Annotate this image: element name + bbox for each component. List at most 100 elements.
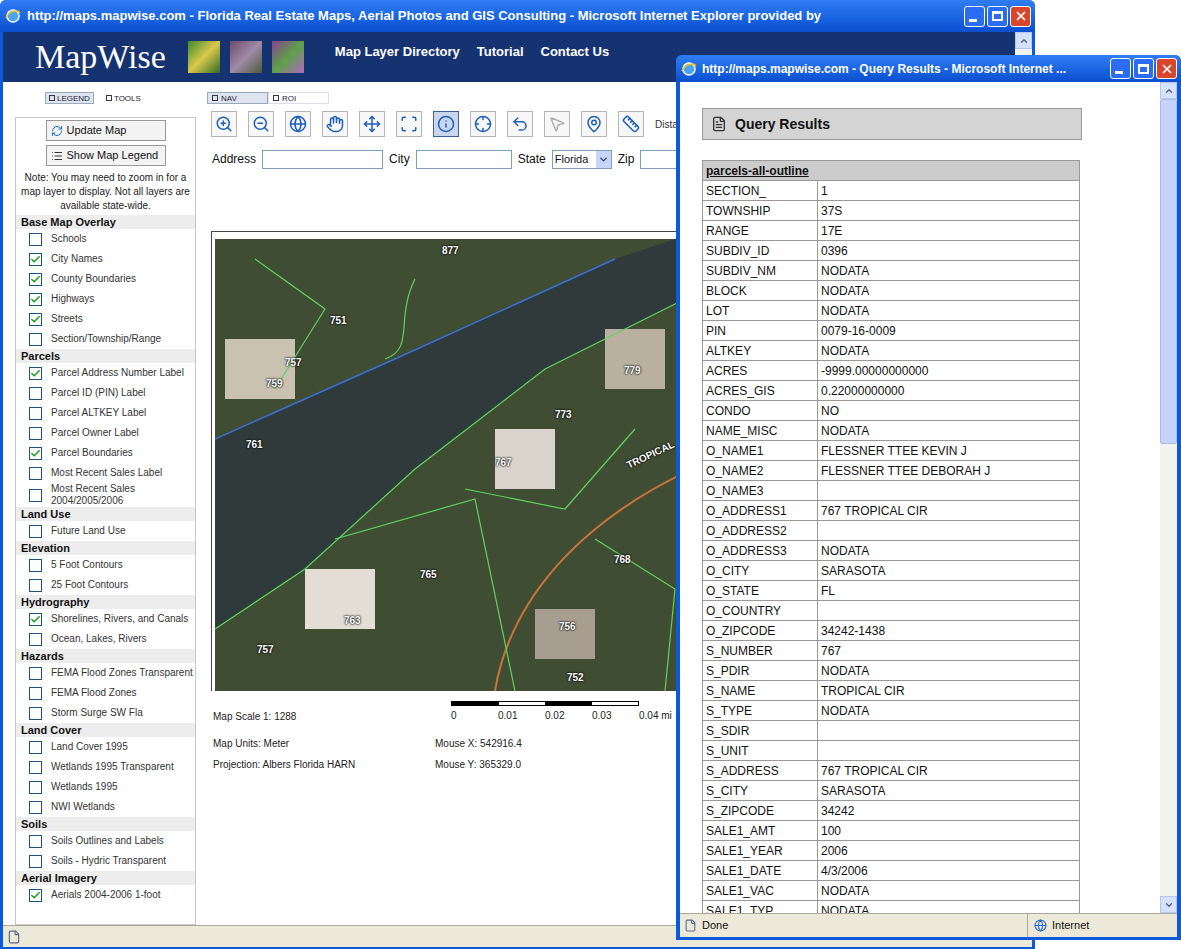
layer-item[interactable]: Future Land Use bbox=[16, 521, 195, 541]
layer-checkbox[interactable] bbox=[29, 613, 42, 626]
layer-checkbox[interactable] bbox=[29, 835, 42, 848]
field-name: SALE1_TYP bbox=[703, 901, 818, 914]
minimize-button[interactable] bbox=[1110, 58, 1131, 79]
maximize-button[interactable] bbox=[987, 6, 1008, 27]
header-nav-link[interactable]: Tutorial bbox=[477, 42, 524, 62]
layer-checkbox[interactable] bbox=[29, 407, 42, 420]
layer-item[interactable]: Streets bbox=[16, 309, 195, 329]
tool-button[interactable] bbox=[470, 111, 496, 137]
legend-button[interactable]: Update Map bbox=[46, 120, 166, 141]
layer-item[interactable]: County Boundaries bbox=[16, 269, 195, 289]
header-nav-link[interactable]: Contact Us bbox=[541, 42, 610, 62]
layer-checkbox[interactable] bbox=[29, 313, 42, 326]
desktop: http://maps.mapwise.com - Florida Real E… bbox=[0, 0, 1181, 949]
layer-checkbox[interactable] bbox=[29, 233, 42, 246]
scroll-down-button[interactable] bbox=[1160, 896, 1177, 913]
layer-item[interactable]: Parcel ID (PIN) Label bbox=[16, 383, 195, 403]
layer-item[interactable]: Schools bbox=[16, 229, 195, 249]
close-button[interactable] bbox=[1156, 58, 1177, 79]
layer-checkbox[interactable] bbox=[29, 427, 42, 440]
popup-scrollbar[interactable] bbox=[1160, 82, 1177, 913]
layer-checkbox[interactable] bbox=[29, 687, 42, 700]
tool-button[interactable] bbox=[211, 111, 237, 137]
layer-checkbox[interactable] bbox=[29, 525, 42, 538]
legend-button[interactable]: Show Map Legend bbox=[46, 145, 166, 166]
layer-checkbox[interactable] bbox=[29, 333, 42, 346]
layer-checkbox[interactable] bbox=[29, 447, 42, 460]
layer-checkbox[interactable] bbox=[29, 781, 42, 794]
layer-item[interactable]: Land Cover 1995 bbox=[16, 737, 195, 757]
map-tab[interactable]: ROI bbox=[268, 92, 329, 104]
layer-item[interactable]: FEMA Flood Zones Transparent bbox=[16, 663, 195, 683]
layer-checkbox[interactable] bbox=[29, 889, 42, 902]
layer-item[interactable]: Soils Outlines and Labels bbox=[16, 831, 195, 851]
tool-button[interactable] bbox=[396, 111, 422, 137]
scroll-up-button[interactable] bbox=[1015, 32, 1032, 49]
tool-button[interactable] bbox=[359, 111, 385, 137]
tool-button[interactable] bbox=[322, 111, 348, 137]
layer-checkbox[interactable] bbox=[29, 387, 42, 400]
document-icon bbox=[711, 116, 727, 132]
layer-item[interactable]: Parcel ALTKEY Label bbox=[16, 403, 195, 423]
layer-item[interactable]: FEMA Flood Zones bbox=[16, 683, 195, 703]
scroll-track[interactable] bbox=[1160, 444, 1177, 896]
tool-button[interactable] bbox=[285, 111, 311, 137]
layer-item[interactable]: 25 Foot Contours bbox=[16, 575, 195, 595]
title-bar[interactable]: http://maps.mapwise.com - Florida Real E… bbox=[0, 0, 1035, 32]
address-input[interactable] bbox=[262, 150, 383, 169]
layer-item[interactable]: Storm Surge SW Fla bbox=[16, 703, 195, 723]
layer-checkbox[interactable] bbox=[29, 801, 42, 814]
layer-item[interactable]: Most Recent Sales 2004/2005/2006 bbox=[16, 483, 195, 507]
dropdown-button[interactable] bbox=[596, 151, 611, 168]
tool-button[interactable] bbox=[544, 111, 570, 137]
tool-button[interactable] bbox=[581, 111, 607, 137]
legend-tab[interactable]: LEGEND bbox=[45, 92, 94, 104]
layer-checkbox[interactable] bbox=[29, 559, 42, 572]
close-button[interactable] bbox=[1010, 6, 1031, 27]
layer-item[interactable]: Highways bbox=[16, 289, 195, 309]
tool-button[interactable] bbox=[248, 111, 274, 137]
layer-item[interactable]: Aerials 2004-2006 1-foot bbox=[16, 885, 195, 905]
layer-item[interactable]: Ocean, Lakes, Rivers bbox=[16, 629, 195, 649]
tool-button[interactable] bbox=[433, 111, 459, 137]
layer-checkbox[interactable] bbox=[29, 579, 42, 592]
layer-checkbox[interactable] bbox=[29, 253, 42, 266]
layer-checkbox[interactable] bbox=[29, 467, 42, 480]
popup-title-bar[interactable]: http://maps.mapwise.com - Query Results … bbox=[676, 55, 1181, 82]
layer-checkbox[interactable] bbox=[29, 741, 42, 754]
scroll-thumb[interactable] bbox=[1160, 99, 1177, 444]
layer-checkbox[interactable] bbox=[29, 633, 42, 646]
layer-checkbox[interactable] bbox=[29, 761, 42, 774]
tool-button[interactable] bbox=[618, 111, 644, 137]
layer-item[interactable]: Parcel Address Number Label bbox=[16, 363, 195, 383]
tool-button[interactable] bbox=[507, 111, 533, 137]
layer-item[interactable]: Wetlands 1995 bbox=[16, 777, 195, 797]
layer-checkbox[interactable] bbox=[29, 667, 42, 680]
layer-checkbox[interactable] bbox=[29, 707, 42, 720]
layer-item[interactable]: Wetlands 1995 Transparent bbox=[16, 757, 195, 777]
layer-item[interactable]: Shorelines, Rivers, and Canals bbox=[16, 609, 195, 629]
maximize-button[interactable] bbox=[1133, 58, 1154, 79]
layer-item[interactable]: Most Recent Sales Label bbox=[16, 463, 195, 483]
layer-checkbox[interactable] bbox=[29, 855, 42, 868]
layer-item[interactable]: NWI Wetlands bbox=[16, 797, 195, 817]
layer-name[interactable]: parcels-all-outline bbox=[703, 161, 1080, 181]
layer-checkbox[interactable] bbox=[29, 367, 42, 380]
legend-tab[interactable]: TOOLS bbox=[102, 92, 145, 104]
layer-item[interactable]: Parcel Owner Label bbox=[16, 423, 195, 443]
layer-item[interactable]: Parcel Boundaries bbox=[16, 443, 195, 463]
map-tab[interactable]: NAV bbox=[207, 92, 268, 104]
site-logo[interactable]: MapWise bbox=[35, 40, 166, 74]
layer-item[interactable]: Section/Township/Range bbox=[16, 329, 195, 349]
layer-item[interactable]: Soils - Hydric Transparent bbox=[16, 851, 195, 871]
layer-checkbox[interactable] bbox=[29, 293, 42, 306]
header-nav-link[interactable]: Map Layer Directory bbox=[335, 42, 460, 62]
city-input[interactable] bbox=[416, 150, 512, 169]
minimize-button[interactable] bbox=[964, 6, 985, 27]
layer-checkbox[interactable] bbox=[29, 489, 42, 502]
layer-checkbox[interactable] bbox=[29, 273, 42, 286]
layer-item[interactable]: City Names bbox=[16, 249, 195, 269]
state-select[interactable]: Florida bbox=[552, 150, 612, 169]
layer-item[interactable]: 5 Foot Contours bbox=[16, 555, 195, 575]
scroll-up-button[interactable] bbox=[1160, 82, 1177, 99]
